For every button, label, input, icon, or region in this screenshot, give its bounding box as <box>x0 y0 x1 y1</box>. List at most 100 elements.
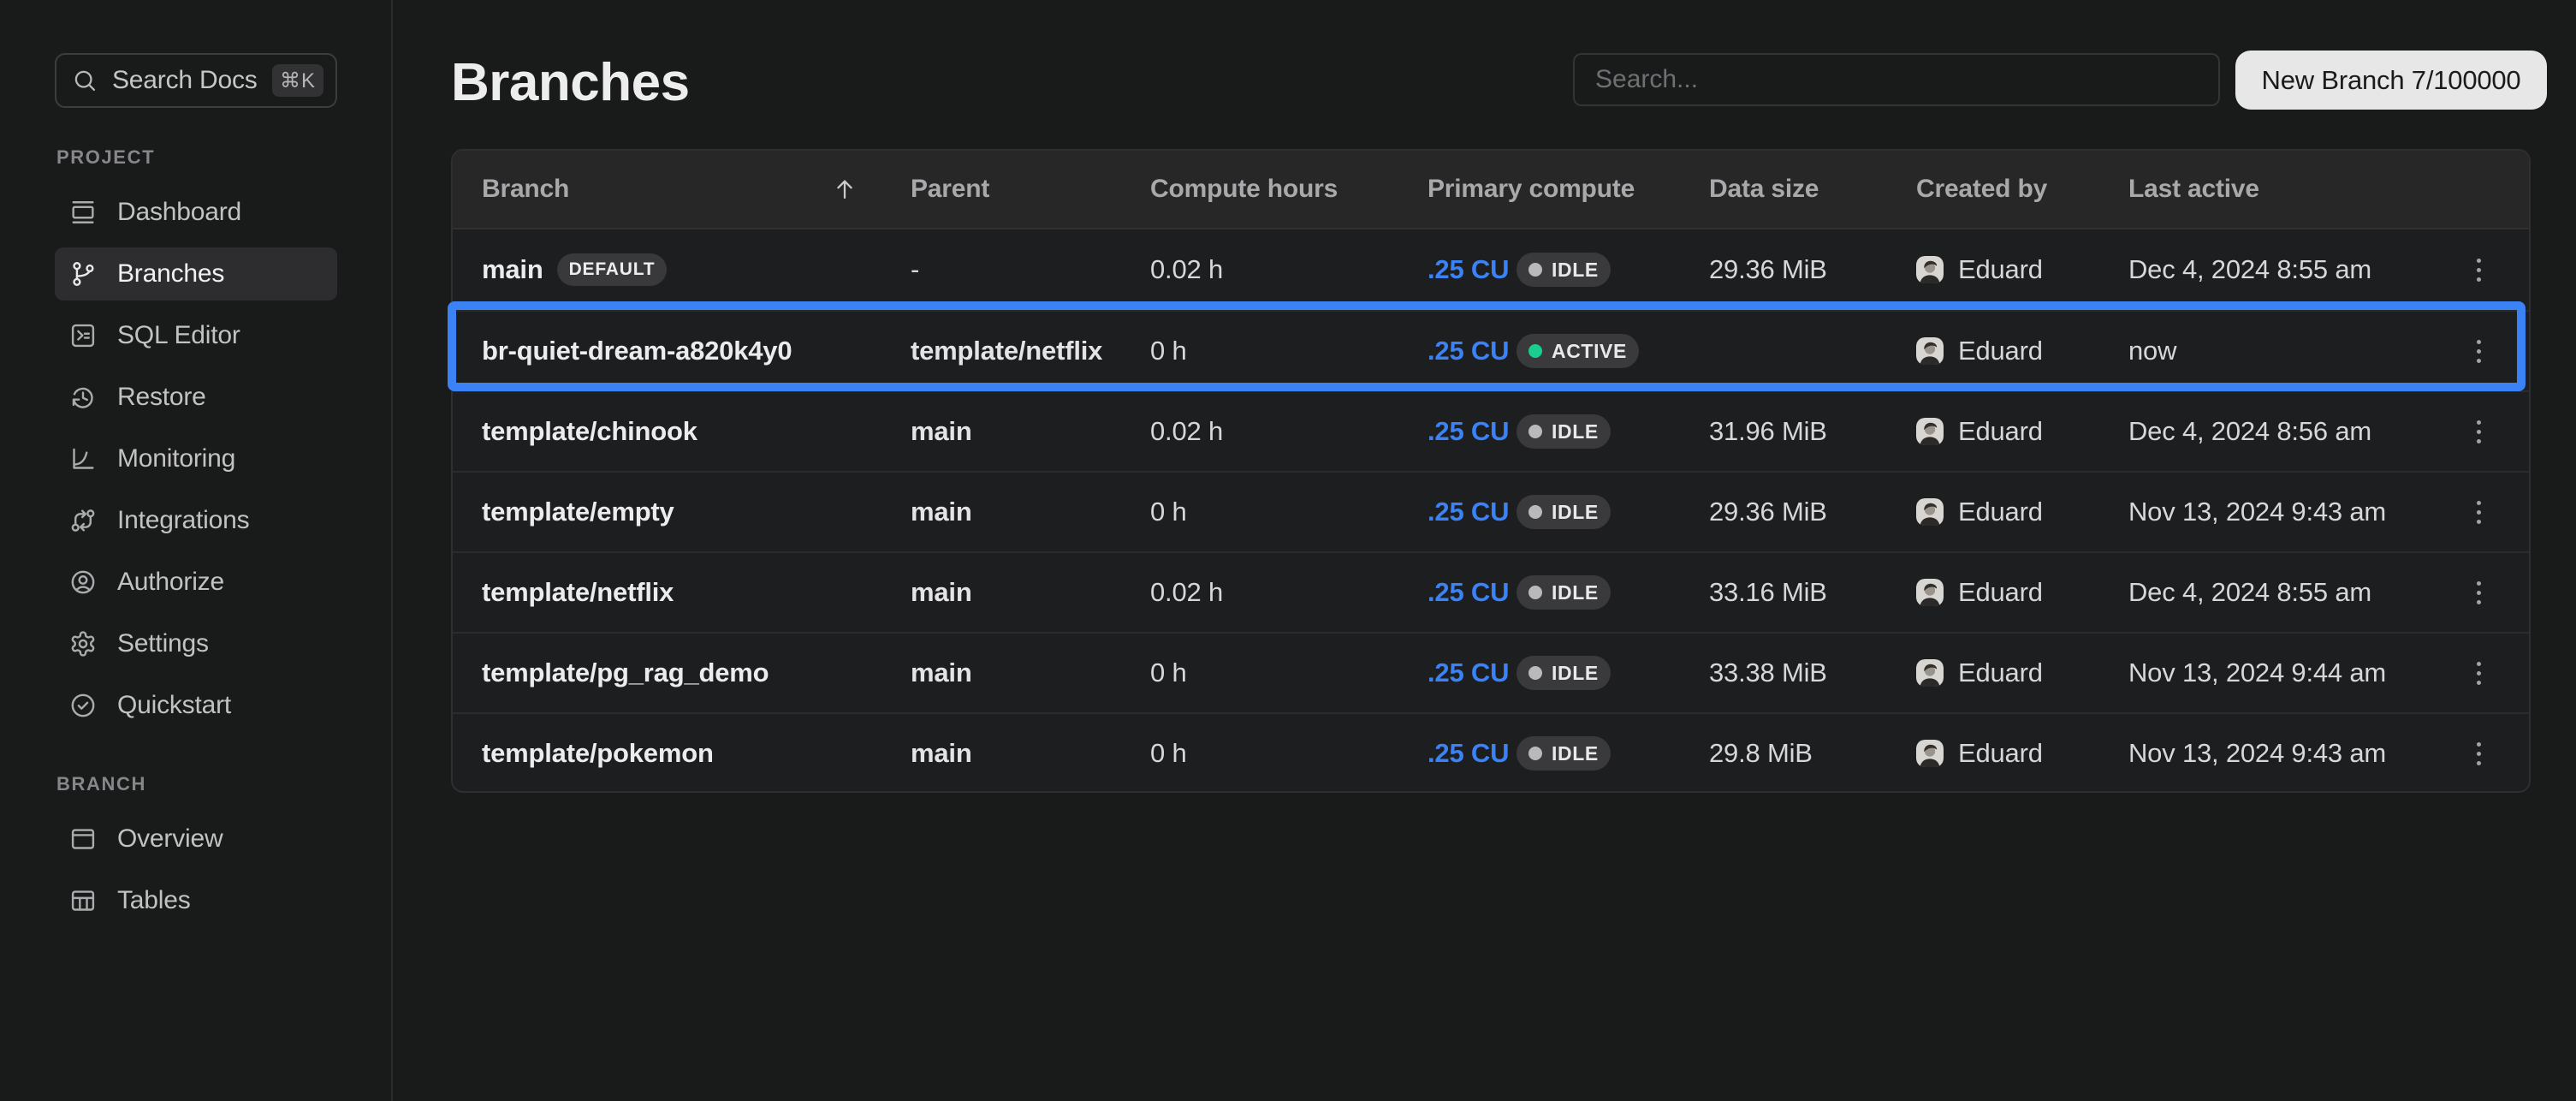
sidebar-item-label: Settings <box>117 629 209 658</box>
avatar <box>1916 256 1944 283</box>
primary-compute-cell[interactable]: .25 CU <box>1427 392 1509 471</box>
app-root: Search Docs ⌘K PROJECT DashboardBranches… <box>0 0 2576 1101</box>
primary-compute-cell[interactable]: .25 CU <box>1427 473 1509 551</box>
branch-name-cell: main DEFAULT <box>482 229 667 310</box>
sidebar-item-label: Monitoring <box>117 444 235 473</box>
data-size-cell: 29.36 MiB <box>1709 473 1827 551</box>
row-menu-button[interactable] <box>2461 229 2496 310</box>
avatar <box>1916 418 1944 445</box>
sidebar-item-tables[interactable]: Tables <box>55 874 337 927</box>
branch-name: template/netflix <box>482 577 674 608</box>
branch-name-cell: template/netflix <box>482 553 674 632</box>
table-row[interactable]: main DEFAULT - 0.02 h .25 CU IDLE 29.36 … <box>453 229 2529 310</box>
column-header-primary-compute[interactable]: Primary compute <box>1427 151 1635 228</box>
tables-icon <box>68 886 98 915</box>
avatar <box>1916 498 1944 526</box>
last-active-cell: now <box>2128 312 2176 390</box>
default-badge: DEFAULT <box>557 253 668 286</box>
branch-name: template/pg_rag_demo <box>482 658 769 688</box>
sidebar-item-label: SQL Editor <box>117 321 240 350</box>
column-header-data-size[interactable]: Data size <box>1709 151 1819 228</box>
sidebar-item-label: Branches <box>117 259 224 289</box>
status-badge: IDLE <box>1517 656 1611 690</box>
table-row[interactable]: template/netflix main 0.02 h .25 CU IDLE… <box>453 551 2529 632</box>
row-menu-button[interactable] <box>2461 473 2496 551</box>
search-docs-button[interactable]: Search Docs ⌘K <box>55 53 337 108</box>
search-icon <box>71 67 98 94</box>
column-header-last-active[interactable]: Last active <box>2128 151 2259 228</box>
branches-icon <box>68 259 98 289</box>
sidebar-item-monitoring[interactable]: Monitoring <box>55 432 337 485</box>
column-header-compute-hours[interactable]: Compute hours <box>1150 151 1338 228</box>
sidebar-item-dashboard[interactable]: Dashboard <box>55 186 337 239</box>
primary-compute-cell[interactable]: .25 CU <box>1427 553 1509 632</box>
primary-compute-cell[interactable]: .25 CU <box>1427 714 1509 793</box>
row-menu-button[interactable] <box>2461 553 2496 632</box>
last-active-cell: Dec 4, 2024 8:55 am <box>2128 229 2371 310</box>
row-menu-button[interactable] <box>2461 392 2496 471</box>
sidebar-item-overview[interactable]: Overview <box>55 812 337 866</box>
settings-icon <box>68 629 98 658</box>
row-menu-button[interactable] <box>2461 634 2496 712</box>
table-row[interactable]: template/pg_rag_demo main 0 h .25 CU IDL… <box>453 632 2529 712</box>
branch-name: main <box>482 254 543 285</box>
table-row[interactable]: template/empty main 0 h .25 CU IDLE 29.3… <box>453 471 2529 551</box>
status-dot-icon <box>1528 344 1542 358</box>
branch-name-cell: br-quiet-dream-a820k4y0 <box>482 312 792 390</box>
data-size-cell: 31.96 MiB <box>1709 392 1827 471</box>
created-by-name: Eduard <box>1958 336 2043 366</box>
status-label: IDLE <box>1552 420 1599 443</box>
status-label: IDLE <box>1552 259 1599 282</box>
status-label: IDLE <box>1552 581 1599 604</box>
created-by-cell: Eduard <box>1916 312 2043 390</box>
created-by-cell: Eduard <box>1916 634 2043 712</box>
created-by-name: Eduard <box>1958 658 2043 688</box>
row-menu-button[interactable] <box>2461 714 2496 793</box>
table-row[interactable]: br-quiet-dream-a820k4y0 template/netflix… <box>453 310 2529 390</box>
branch-name-cell: template/pg_rag_demo <box>482 634 769 712</box>
status-label: IDLE <box>1552 662 1599 685</box>
sidebar-item-settings[interactable]: Settings <box>55 617 337 670</box>
sidebar-nav-branch: Overview Tables <box>55 812 337 927</box>
parent-cell: main <box>911 473 972 551</box>
sidebar-item-label: Tables <box>117 886 191 915</box>
primary-compute-cell[interactable]: .25 CU <box>1427 312 1509 390</box>
last-active-cell: Dec 4, 2024 8:56 am <box>2128 392 2371 471</box>
status-label: IDLE <box>1552 501 1599 524</box>
table-row[interactable]: template/chinook main 0.02 h .25 CU IDLE… <box>453 390 2529 471</box>
sidebar-item-branches[interactable]: Branches <box>55 247 337 301</box>
search-docs-shortcut: ⌘K <box>272 64 323 97</box>
table-row[interactable]: template/pokemon main 0 h .25 CU IDLE 29… <box>453 712 2529 793</box>
row-menu-button[interactable] <box>2461 312 2496 390</box>
created-by-name: Eduard <box>1958 577 2043 608</box>
data-size-cell: 33.38 MiB <box>1709 634 1827 712</box>
monitoring-icon <box>68 444 98 473</box>
created-by-name: Eduard <box>1958 254 2043 285</box>
column-header-created-by[interactable]: Created by <box>1916 151 2047 228</box>
created-by-cell: Eduard <box>1916 553 2043 632</box>
primary-compute-cell[interactable]: .25 CU <box>1427 634 1509 712</box>
compute-hours-cell: 0.02 h <box>1150 229 1223 310</box>
sidebar-item-quickstart[interactable]: Quickstart <box>55 679 337 732</box>
compute-hours-cell: 0.02 h <box>1150 553 1223 632</box>
sidebar-item-integrations[interactable]: Integrations <box>55 494 337 547</box>
status-dot-icon <box>1528 263 1542 277</box>
new-branch-button[interactable]: New Branch 7/100000 <box>2235 51 2547 110</box>
last-active-cell: Dec 4, 2024 8:55 am <box>2128 553 2371 632</box>
sidebar-item-restore[interactable]: Restore <box>55 371 337 424</box>
parent-cell: main <box>911 392 972 471</box>
primary-compute-cell[interactable]: .25 CU <box>1427 229 1509 310</box>
status-dot-icon <box>1528 586 1542 599</box>
integrations-icon <box>68 506 98 535</box>
column-header-branch[interactable]: Branch <box>482 151 569 228</box>
branches-search-input[interactable] <box>1573 53 2220 106</box>
restore-icon <box>68 383 98 412</box>
branch-name: template/chinook <box>482 416 697 447</box>
sidebar-item-authorize[interactable]: Authorize <box>55 556 337 609</box>
sidebar-item-sql-editor[interactable]: SQL Editor <box>55 309 337 362</box>
status-dot-icon <box>1528 505 1542 519</box>
branch-name-cell: template/pokemon <box>482 714 714 793</box>
sort-ascending-icon[interactable] <box>831 151 858 228</box>
column-header-parent[interactable]: Parent <box>911 151 989 228</box>
last-active-cell: Nov 13, 2024 9:43 am <box>2128 714 2386 793</box>
